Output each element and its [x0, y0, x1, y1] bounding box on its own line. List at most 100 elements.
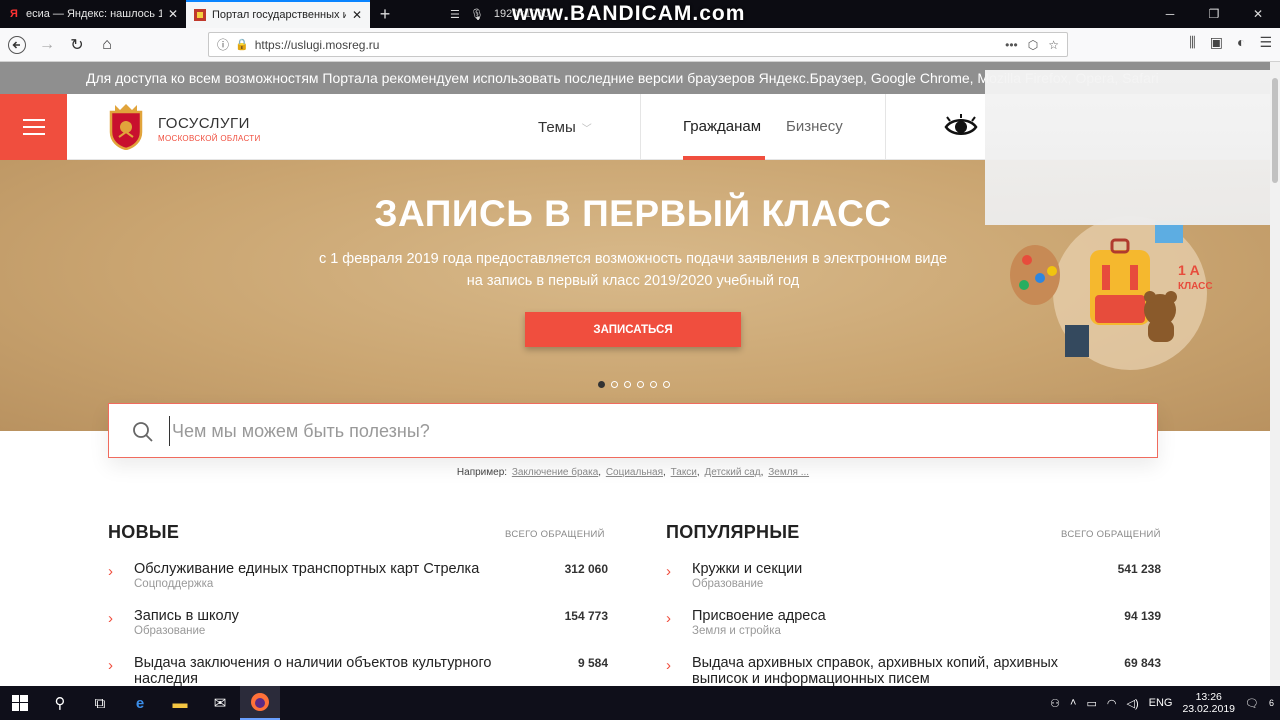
close-window-icon[interactable]: ✕	[1236, 0, 1280, 28]
volume-icon[interactable]: ◁)	[1126, 697, 1138, 710]
example-link[interactable]: Такси	[671, 467, 697, 478]
new-tab-button[interactable]: +	[370, 0, 400, 28]
people-icon[interactable]: ⚇	[1050, 697, 1060, 710]
library-icon[interactable]: ⫼	[1189, 34, 1195, 51]
gosuslugi-favicon-icon	[194, 9, 206, 21]
sidebar-icon[interactable]: ▣	[1210, 34, 1223, 51]
request-count: 312 060	[564, 562, 608, 576]
divider	[640, 94, 641, 160]
chevron-right-icon: ›	[666, 563, 671, 580]
wifi-icon[interactable]: ◠	[1107, 697, 1117, 710]
language-indicator[interactable]: ENG	[1149, 697, 1173, 709]
example-link[interactable]: Заключение брака	[512, 467, 598, 478]
slider-dot[interactable]	[663, 381, 670, 388]
service-title[interactable]: Запись в школу	[134, 608, 544, 624]
list-item[interactable]: › Кружки и секции Образование 541 238	[666, 561, 1161, 607]
tab-gosuslugi[interactable]: Портал государственных и м ✕	[186, 0, 370, 28]
address-bar[interactable]: ⓘ 🔒 https://uslugi.mosreg.ru ••• ⬡ ☆	[208, 32, 1068, 57]
search-examples: Например: Заключение брака, Социальная, …	[456, 467, 810, 478]
enroll-button[interactable]: ЗАПИСАТЬСЯ	[525, 312, 741, 347]
tab-business[interactable]: Бизнесу	[786, 118, 843, 135]
service-title[interactable]: Кружки и секции	[692, 561, 1102, 577]
notifications-icon[interactable]: 🗨	[1245, 697, 1259, 710]
list-item[interactable]: › Запись в школу Образование 154 773	[108, 608, 608, 654]
hero-subtitle: с 1 февраля 2019 года предоставляется во…	[318, 251, 948, 289]
scrollbar-thumb[interactable]	[1272, 78, 1278, 183]
service-title[interactable]: Выдача архивных справок, архивных копий,…	[692, 655, 1102, 687]
service-category: Образование	[692, 578, 764, 590]
accessibility-eye-icon[interactable]	[944, 113, 978, 141]
search-input[interactable]	[169, 416, 1069, 446]
example-link[interactable]: Социальная	[606, 467, 663, 478]
slider-dots	[598, 381, 670, 388]
class-label: 1 А	[1178, 262, 1200, 278]
page-actions-icon[interactable]: •••	[1005, 38, 1018, 52]
notification-count: 6	[1268, 698, 1274, 708]
task-view-icon[interactable]: ⧉	[80, 686, 120, 720]
search-icon[interactable]: ⚲	[40, 686, 80, 720]
info-icon[interactable]: ⓘ	[217, 36, 229, 53]
request-count: 541 238	[1117, 562, 1161, 576]
recorder-watermark: www.BANDICAM.com	[512, 2, 746, 25]
service-title[interactable]: Обслуживание единых транспортных карт Ст…	[134, 561, 544, 577]
system-tray: ⚇ ˄ ▭ ◠ ◁) ENG 13:26 23.02.2019 🗨 6	[1050, 686, 1280, 720]
page-scrollbar[interactable]	[1270, 62, 1280, 686]
brand-region: МОСКОВСКОЙ ОБЛАСТИ	[158, 134, 261, 143]
file-explorer-icon[interactable]: ▬	[160, 686, 200, 720]
tab-yandex[interactable]: Я есиа — Яндекс: нашлось 14 м ✕	[0, 0, 186, 28]
search-box	[108, 403, 1158, 458]
slider-dot[interactable]	[598, 381, 605, 388]
request-count: 69 843	[1124, 656, 1161, 670]
browser-menu-icon[interactable]: ☰	[1259, 34, 1272, 51]
tab-title: есиа — Яндекс: нашлось 14 м	[26, 8, 162, 20]
close-tab-icon[interactable]: ✕	[352, 8, 362, 22]
list-item[interactable]: › Присвоение адреса Земля и стройка 94 1…	[666, 608, 1161, 654]
minimize-icon[interactable]: ─	[1148, 0, 1192, 28]
chevron-down-icon: ﹀	[581, 124, 592, 135]
request-count: 94 139	[1124, 609, 1161, 623]
show-hidden-icons-icon[interactable]: ˄	[1070, 697, 1076, 709]
chevron-right-icon: ›	[108, 563, 113, 580]
slider-dot[interactable]	[637, 381, 644, 388]
brand[interactable]: ГОСУСЛУГИ МОСКОВСКОЙ ОБЛАСТИ	[158, 115, 261, 143]
clock[interactable]: 13:26 23.02.2019	[1182, 691, 1235, 715]
forward-button[interactable]: →	[34, 32, 60, 58]
request-count: 9 584	[577, 656, 608, 670]
example-link[interactable]: Детский сад	[704, 467, 760, 478]
tab-citizens[interactable]: Гражданам	[683, 118, 761, 135]
windows-taskbar: ⚲ ⧉ e ▬ ✉ ⚇ ˄ ▭ ◠ ◁) ENG 13:26 23.02.201…	[0, 686, 1280, 720]
extension-icon[interactable]: ◐	[1237, 34, 1245, 51]
list-item[interactable]: › Обслуживание единых транспортных карт …	[108, 561, 608, 607]
pocket-icon[interactable]: ⬡	[1028, 38, 1038, 52]
service-category: Образование	[134, 625, 206, 637]
service-title[interactable]: Присвоение адреса	[692, 608, 1102, 624]
battery-icon[interactable]: ▭	[1086, 697, 1096, 710]
bookmark-star-icon[interactable]: ☆	[1048, 38, 1059, 52]
mail-icon[interactable]: ✉	[200, 686, 240, 720]
themes-dropdown[interactable]: Темы ﹀	[538, 119, 592, 136]
tab-title: Портал государственных и м	[212, 9, 346, 21]
close-tab-icon[interactable]: ✕	[168, 7, 178, 21]
blurred-region	[985, 70, 1270, 225]
service-title[interactable]: Выдача заключения о наличии объектов кул…	[134, 655, 544, 687]
slider-dot[interactable]	[650, 381, 657, 388]
start-button[interactable]	[0, 686, 40, 720]
search-icon[interactable]	[131, 420, 155, 444]
example-link[interactable]: Земля ...	[768, 467, 809, 478]
browser-toolbar: → ↻ ⌂ ⓘ 🔒 https://uslugi.mosreg.ru ••• ⬡…	[0, 28, 1280, 62]
back-button[interactable]	[4, 32, 30, 58]
lock-icon: 🔒	[235, 39, 249, 51]
maximize-icon[interactable]: ❐	[1192, 0, 1236, 28]
edge-icon[interactable]: e	[120, 686, 160, 720]
home-button[interactable]: ⌂	[94, 32, 120, 58]
moscow-region-crest-logo[interactable]	[107, 102, 145, 151]
divider	[885, 94, 886, 160]
slider-dot[interactable]	[624, 381, 631, 388]
url-text[interactable]: https://uslugi.mosreg.ru	[255, 38, 380, 52]
recorder-overlay: ☰ 🎙 1920×1080 www.BANDICAM.com	[450, 0, 830, 28]
hamburger-menu-button[interactable]	[0, 94, 67, 160]
mic-icon: 🎙	[469, 8, 484, 21]
reload-button[interactable]: ↻	[64, 32, 90, 58]
firefox-icon[interactable]	[240, 686, 280, 720]
slider-dot[interactable]	[611, 381, 618, 388]
